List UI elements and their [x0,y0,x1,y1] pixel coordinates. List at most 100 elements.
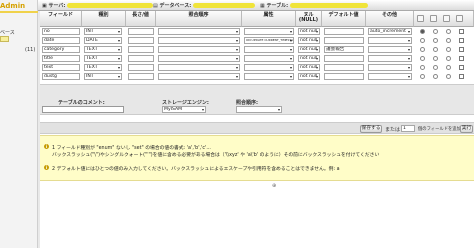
field-null-select[interactable]: not null [298,46,320,53]
field-null-select[interactable]: not null [298,73,320,80]
index-radio[interactable] [433,38,438,43]
field-extra-select[interactable]: auto_increment [368,28,412,35]
primary-radio[interactable] [420,74,425,79]
brand-accent-bar [0,11,38,13]
table-row: dustg INT not null [40,73,474,82]
field-extra-select[interactable] [368,73,412,80]
field-name-input[interactable]: no [42,28,80,35]
index-radio[interactable] [433,74,438,79]
table-row: text TEXT not null [40,64,474,73]
field-name-input[interactable]: category [42,46,80,53]
field-default-input[interactable] [324,55,364,62]
field-extra-select[interactable] [368,46,412,53]
field-collation-select[interactable] [158,46,240,53]
field-type-select[interactable]: TEXT [84,46,122,53]
unique-radio[interactable] [446,38,451,43]
column-header-default: デフォルト値 [322,11,366,27]
field-length-input[interactable] [128,28,154,35]
column-header-length: 長さ/値 [126,11,156,27]
index-radio[interactable] [433,47,438,52]
fulltext-checkbox[interactable] [459,38,464,43]
field-null-select[interactable]: not null [298,37,320,44]
fulltext-checkbox[interactable] [459,74,464,79]
field-length-input[interactable] [128,37,154,44]
redacted-database-name [193,3,255,8]
field-extra-select[interactable] [368,55,412,62]
table-row: date DATE ON UPDATE CURRENT_TIMESTAMP no… [40,37,474,46]
save-button[interactable]: 保存する [360,125,382,133]
index-radio[interactable] [433,56,438,61]
index-radio[interactable] [433,29,438,34]
field-attribute-select[interactable] [244,64,294,71]
primary-radio[interactable] [420,47,425,52]
field-type-select[interactable]: TEXT [84,64,122,71]
go-button[interactable]: 実行 [460,125,473,133]
field-extra-select[interactable] [368,37,412,44]
primary-radio[interactable] [420,38,425,43]
field-attribute-select[interactable] [244,28,294,35]
unique-radio[interactable] [446,74,451,79]
field-collation-select[interactable] [158,64,240,71]
column-header-extra: その他 [366,11,414,27]
unique-radio[interactable] [446,47,451,52]
field-type-select[interactable]: INT [84,28,122,35]
breadcrumb: ▣ サーバ: ▤ データベース: ▦ テーブル: [38,0,474,11]
field-attribute-select[interactable]: ON UPDATE CURRENT_TIMESTAMP [244,37,294,44]
add-field-count-input[interactable]: 1 [401,125,415,132]
database-select[interactable] [0,36,9,42]
fulltext-checkbox[interactable] [459,29,464,34]
fulltext-checkbox[interactable] [459,65,464,70]
table-comment-label: テーブルのコメント: [58,100,105,106]
primary-radio[interactable] [420,29,425,34]
field-type-select[interactable]: DATE [84,37,122,44]
field-null-select[interactable]: not null [298,28,320,35]
field-name-input[interactable]: title [42,55,80,62]
field-collation-select[interactable] [158,28,240,35]
field-extra-select[interactable] [368,64,412,71]
fulltext-icon [456,15,463,22]
field-default-input[interactable] [324,64,364,71]
column-header-actions [414,11,474,27]
field-name-input[interactable]: dustg [42,73,80,80]
breadcrumb-server[interactable]: ▣ サーバ: [42,2,154,9]
field-length-input[interactable] [128,73,154,80]
field-attribute-select[interactable] [244,73,294,80]
save-bar: 保存する または 1 個のフィールドを追加する 実行 [40,122,474,134]
field-default-input[interactable] [324,73,364,80]
unique-radio[interactable] [446,56,451,61]
primary-radio[interactable] [420,56,425,61]
index-radio[interactable] [433,65,438,70]
column-header-null: ヌル (NULL) [296,11,322,27]
field-attribute-select[interactable] [244,55,294,62]
brand-title[interactable]: Admin [0,2,25,10]
field-default-input[interactable] [324,37,364,44]
field-length-input[interactable] [128,46,154,53]
primary-radio[interactable] [420,65,425,70]
field-length-input[interactable] [128,64,154,71]
field-type-select[interactable]: TEXT [84,55,122,62]
fulltext-checkbox[interactable] [459,47,464,52]
breadcrumb-table[interactable]: ▦ テーブル: [260,2,368,9]
or-label: または [385,127,401,133]
unique-radio[interactable] [446,65,451,70]
field-collation-select[interactable] [158,73,240,80]
field-name-input[interactable]: text [42,64,80,71]
field-null-select[interactable]: not null [298,55,320,62]
field-default-input[interactable] [324,28,364,35]
field-length-input[interactable] [128,55,154,62]
field-collation-select[interactable] [158,55,240,62]
field-name-input[interactable]: date [42,37,80,44]
fulltext-checkbox[interactable] [459,56,464,61]
info-icon: i [44,165,49,170]
unique-radio[interactable] [446,29,451,34]
table-collation-select[interactable] [236,106,282,113]
field-attribute-select[interactable] [244,46,294,53]
field-default-input[interactable]: 議会報告 [324,46,364,53]
field-collation-select[interactable] [158,37,240,44]
scroll-indicator-icon[interactable]: ⊕ [272,183,276,189]
table-comment-input[interactable] [42,106,124,113]
field-null-select[interactable]: not null [298,64,320,71]
storage-engine-select[interactable]: MyISAM [162,106,206,113]
field-type-select[interactable]: INT [84,73,122,80]
breadcrumb-database[interactable]: ▤ データベース: [153,2,255,9]
